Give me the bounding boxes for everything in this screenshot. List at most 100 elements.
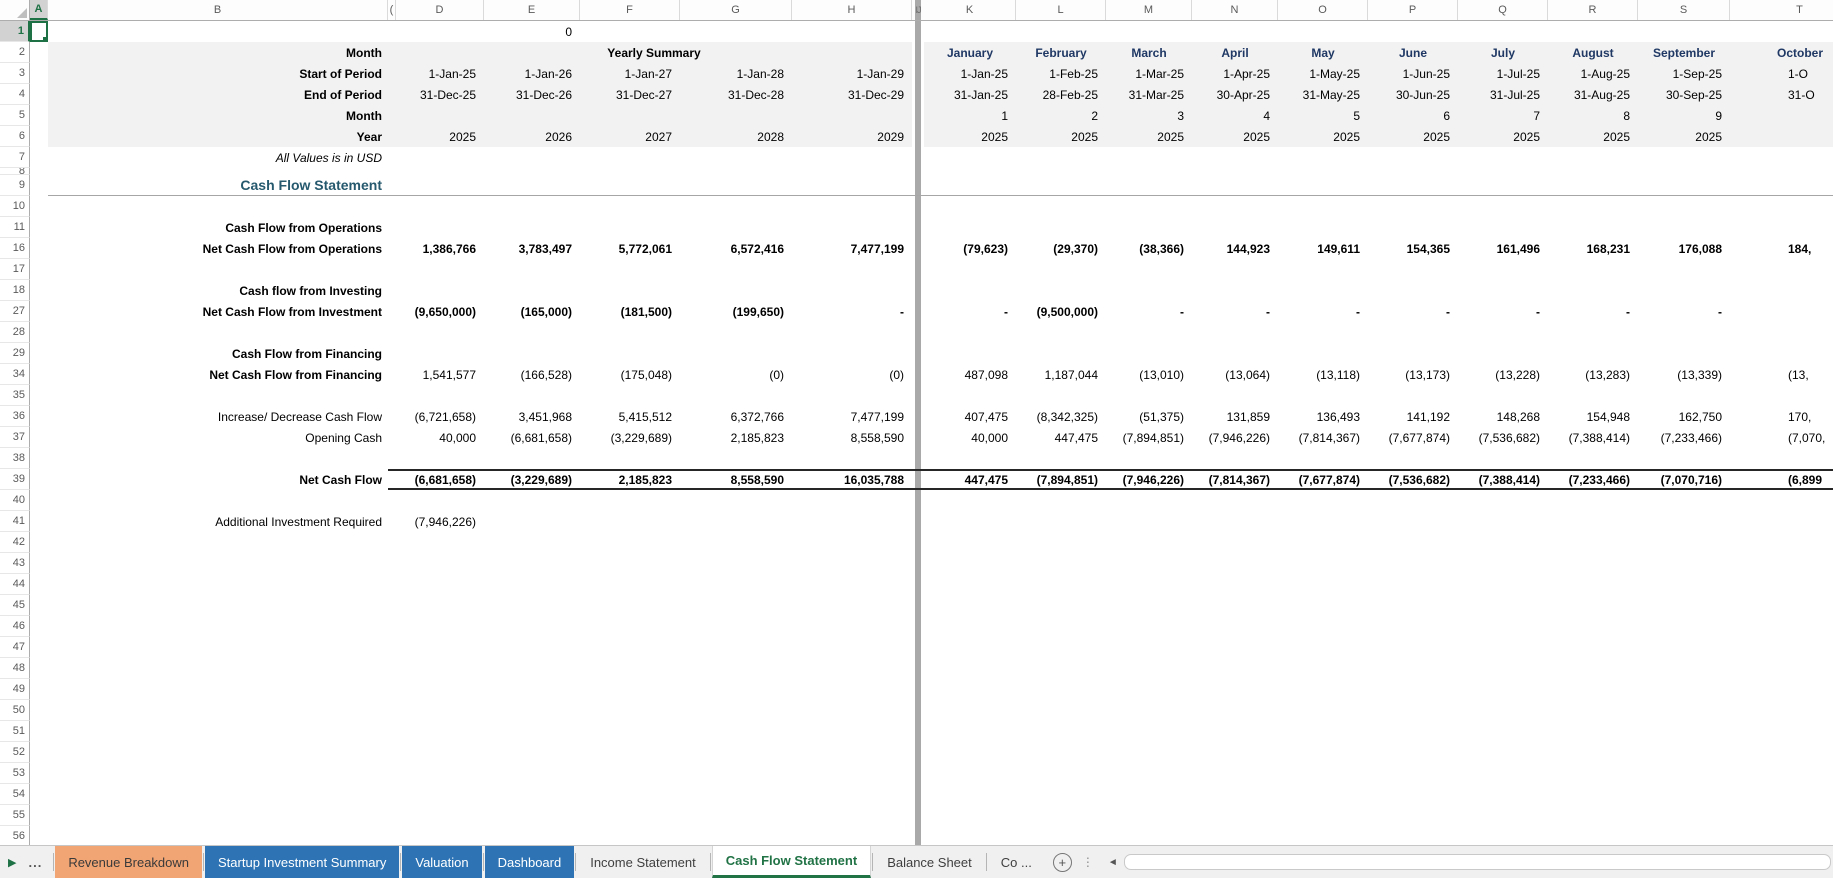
cell-E16[interactable]: 3,783,497: [484, 238, 580, 259]
cell-A41[interactable]: [30, 511, 48, 532]
cell-F38[interactable]: [580, 448, 680, 469]
cell-K55[interactable]: [924, 805, 1016, 826]
cell-Q27[interactable]: -: [1458, 301, 1548, 322]
column-header-B[interactable]: B: [48, 0, 388, 20]
cell-L55[interactable]: [1016, 805, 1106, 826]
cell-A17[interactable]: [30, 259, 48, 280]
cell-N54[interactable]: [1192, 784, 1278, 805]
cell-C47[interactable]: [388, 637, 396, 658]
cell-M11[interactable]: [1106, 217, 1192, 238]
cell-R46[interactable]: [1548, 616, 1638, 637]
cell-L50[interactable]: [1016, 700, 1106, 721]
pane-split[interactable]: [912, 658, 924, 679]
cell-Q2[interactable]: July: [1458, 42, 1548, 63]
cell-O43[interactable]: [1278, 553, 1368, 574]
cell-F56[interactable]: [580, 826, 680, 845]
cell-E10[interactable]: [484, 196, 580, 217]
cell-N1[interactable]: [1192, 21, 1278, 42]
cell-A28[interactable]: [30, 322, 48, 343]
sheet-tab-valuation[interactable]: Valuation: [402, 846, 482, 878]
cell-K16[interactable]: (79,623): [924, 238, 1016, 259]
cell-T55[interactable]: [1730, 805, 1833, 826]
cell-T16[interactable]: 184,: [1730, 238, 1833, 259]
cell-N7[interactable]: [1192, 147, 1278, 168]
cell-B51[interactable]: [48, 721, 388, 742]
cell-G9[interactable]: [680, 175, 792, 196]
cell-E17[interactable]: [484, 259, 580, 280]
cell-R53[interactable]: [1548, 763, 1638, 784]
cell-F10[interactable]: [580, 196, 680, 217]
cell-N36[interactable]: 131,859: [1192, 406, 1278, 427]
cell-T53[interactable]: [1730, 763, 1833, 784]
cell-Q1[interactable]: [1458, 21, 1548, 42]
cell-E27[interactable]: (165,000): [484, 301, 580, 322]
pane-split[interactable]: [912, 616, 924, 637]
cell-H48[interactable]: [792, 658, 912, 679]
cell-K47[interactable]: [924, 637, 1016, 658]
cell-O5[interactable]: 5: [1278, 105, 1368, 126]
cell-F5[interactable]: [580, 105, 680, 126]
cell-F16[interactable]: 5,772,061: [580, 238, 680, 259]
cell-Q4[interactable]: 31-Jul-25: [1458, 84, 1548, 105]
cell-N41[interactable]: [1192, 511, 1278, 532]
cell-K1[interactable]: [924, 21, 1016, 42]
cell-M1[interactable]: [1106, 21, 1192, 42]
cell-M3[interactable]: 1-Mar-25: [1106, 63, 1192, 84]
cell-C7[interactable]: [388, 147, 396, 168]
cell-T1[interactable]: [1730, 21, 1833, 42]
cell-S34[interactable]: (13,339): [1638, 364, 1730, 385]
pane-split[interactable]: [912, 574, 924, 595]
cell-E54[interactable]: [484, 784, 580, 805]
column-header-N[interactable]: N: [1192, 0, 1278, 20]
cell-R1[interactable]: [1548, 21, 1638, 42]
cell-S40[interactable]: [1638, 490, 1730, 511]
cell-K34[interactable]: 487,098: [924, 364, 1016, 385]
cell-K40[interactable]: [924, 490, 1016, 511]
cell-C45[interactable]: [388, 595, 396, 616]
cell-A10[interactable]: [30, 196, 48, 217]
cell-P54[interactable]: [1368, 784, 1458, 805]
cell-F3[interactable]: 1-Jan-27: [580, 63, 680, 84]
cell-G53[interactable]: [680, 763, 792, 784]
cell-E56[interactable]: [484, 826, 580, 845]
cell-H29[interactable]: [792, 343, 912, 364]
cell-L27[interactable]: (9,500,000): [1016, 301, 1106, 322]
cell-D44[interactable]: [396, 574, 484, 595]
cell-K49[interactable]: [924, 679, 1016, 700]
cell-B44[interactable]: [48, 574, 388, 595]
cell-L17[interactable]: [1016, 259, 1106, 280]
cell-T44[interactable]: [1730, 574, 1833, 595]
cell-C27[interactable]: [388, 301, 396, 322]
cell-E38[interactable]: [484, 448, 580, 469]
cell-B48[interactable]: [48, 658, 388, 679]
cell-A45[interactable]: [30, 595, 48, 616]
cell-B50[interactable]: [48, 700, 388, 721]
cell-G8[interactable]: [680, 168, 792, 175]
cell-O45[interactable]: [1278, 595, 1368, 616]
cell-R34[interactable]: (13,283): [1548, 364, 1638, 385]
cell-D38[interactable]: [396, 448, 484, 469]
cell-D42[interactable]: [396, 532, 484, 553]
cell-A49[interactable]: [30, 679, 48, 700]
cell-P39[interactable]: (7,536,682): [1368, 469, 1458, 490]
cell-A6[interactable]: [30, 126, 48, 147]
cell-M5[interactable]: 3: [1106, 105, 1192, 126]
cell-D56[interactable]: [396, 826, 484, 845]
row-header-44[interactable]: 44: [0, 574, 30, 595]
pane-split[interactable]: [912, 532, 924, 553]
cell-T54[interactable]: [1730, 784, 1833, 805]
cell-C44[interactable]: [388, 574, 396, 595]
cell-H36[interactable]: 7,477,199: [792, 406, 912, 427]
cell-O9[interactable]: [1278, 175, 1368, 196]
cell-S56[interactable]: [1638, 826, 1730, 845]
cell-M17[interactable]: [1106, 259, 1192, 280]
cell-R5[interactable]: 8: [1548, 105, 1638, 126]
cell-D52[interactable]: [396, 742, 484, 763]
cell-A34[interactable]: [30, 364, 48, 385]
cell-M18[interactable]: [1106, 280, 1192, 301]
cell-D5[interactable]: [396, 105, 484, 126]
cell-Q54[interactable]: [1458, 784, 1548, 805]
cell-A43[interactable]: [30, 553, 48, 574]
cell-P5[interactable]: 6: [1368, 105, 1458, 126]
cell-R39[interactable]: (7,233,466): [1548, 469, 1638, 490]
